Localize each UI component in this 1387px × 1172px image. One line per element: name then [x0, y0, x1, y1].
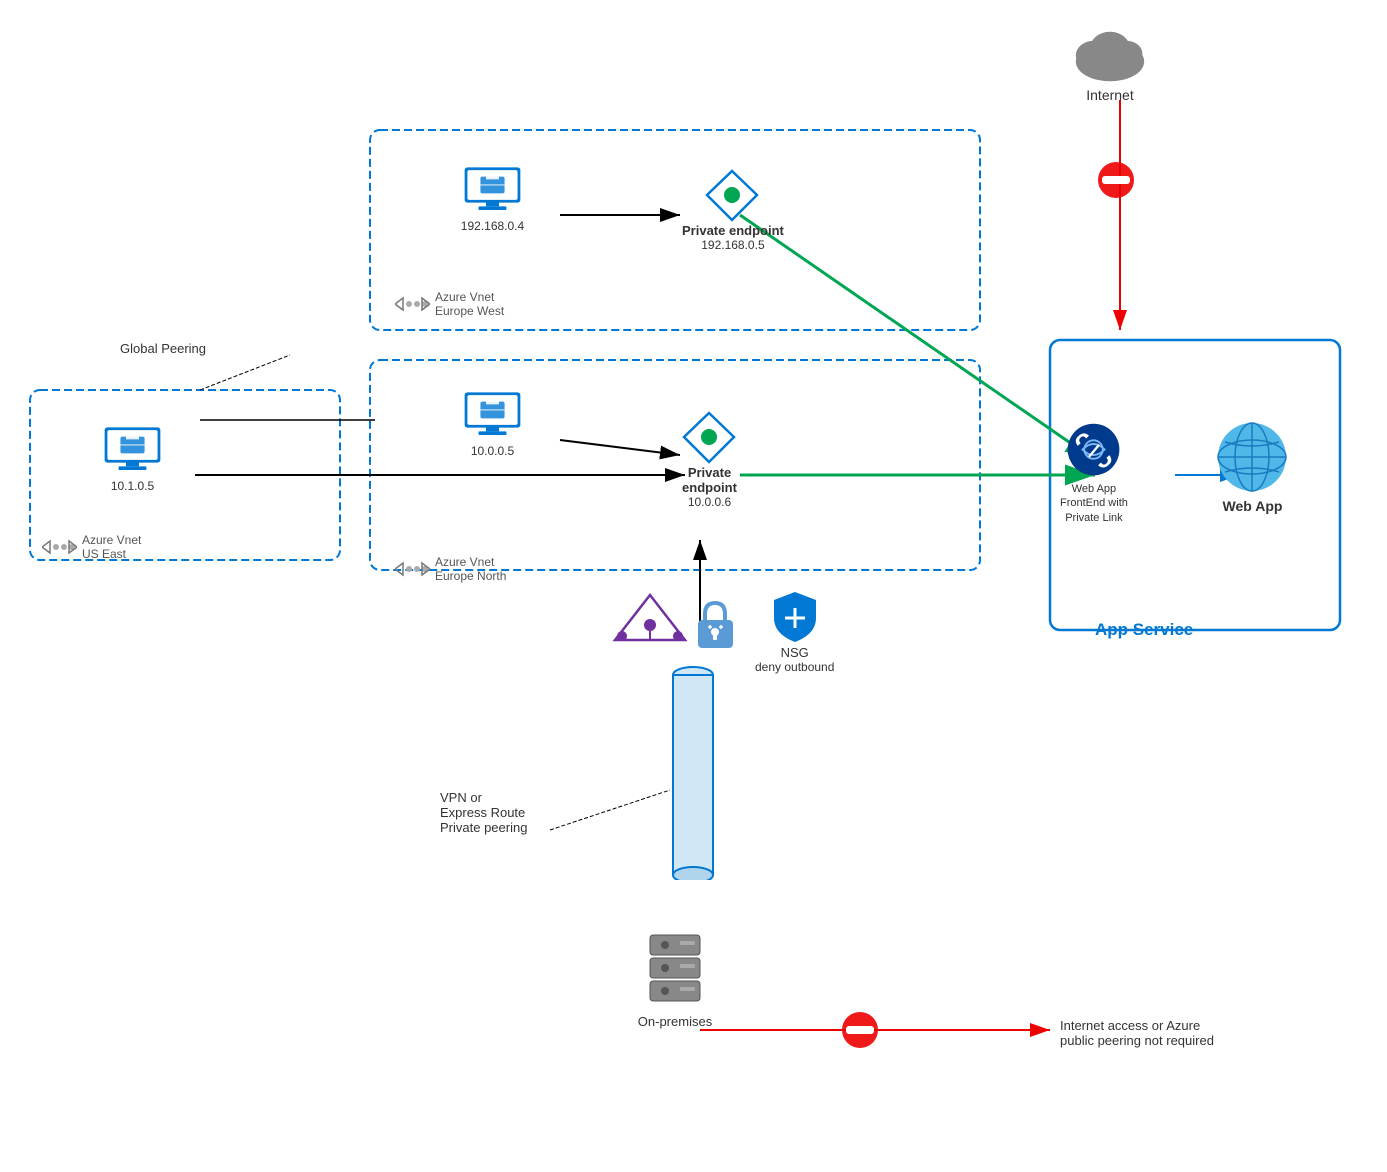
vnet-europe-north-label: Azure Vnet Europe North — [395, 555, 506, 583]
vpn-label-line1: VPN or — [440, 790, 527, 805]
vm-us-east-main: 10.1.0.5 — [100, 425, 165, 493]
on-premises-server: On-premises — [630, 930, 720, 1029]
vnet-europe-west-line2: Europe West — [435, 304, 504, 318]
vm-europe-west: 192.168.0.4 — [460, 165, 525, 233]
vm-europe-west-ip: 192.168.0.4 — [461, 219, 524, 233]
on-premises-label: On-premises — [638, 1014, 712, 1029]
private-endpoint-europe-west: Private endpoint 192.168.0.5 — [682, 168, 784, 252]
pe-us-east-label-line1: Private — [688, 465, 731, 480]
vnet-europe-west-line1: Azure Vnet — [435, 290, 504, 304]
web-app-label: Web App — [1223, 498, 1283, 514]
vpn-label-line2: Express Route — [440, 805, 527, 820]
pe-europe-west-ip: 192.168.0.5 — [701, 238, 764, 252]
global-peering-label: Global Peering — [120, 340, 206, 358]
vm-us-east-inner: 10.0.0.5 — [460, 390, 525, 458]
vnet-us-east-line1: Azure Vnet — [82, 533, 141, 547]
nsg-sublabel: deny outbound — [755, 660, 834, 674]
private-endpoint-us-east: Private endpoint 10.0.0.6 — [682, 410, 737, 509]
internet-access-label: Internet access or Azure public peering … — [1060, 1018, 1214, 1048]
pe-us-east-label-line2: endpoint — [682, 480, 737, 495]
vpn-gateway-icon — [610, 590, 690, 650]
vpn-label: VPN or Express Route Private peering — [440, 790, 527, 835]
vnet-europe-north-line2: Europe North — [435, 569, 506, 583]
vpn-label-line3: Private peering — [440, 820, 527, 835]
app-service-label: App Service — [1095, 620, 1193, 640]
nsg-shield: NSG deny outbound — [755, 590, 834, 674]
web-app-frontend-line2: FrontEnd with — [1060, 496, 1128, 510]
pe-europe-west-label1: Private endpoint — [682, 223, 784, 238]
internet-access-line1: Internet access or Azure — [1060, 1018, 1214, 1033]
no-entry-internet — [1096, 160, 1136, 205]
vnet-europe-north-line1: Azure Vnet — [435, 555, 506, 569]
lock-icon — [693, 598, 738, 658]
internet-label: Internet — [1086, 87, 1133, 103]
no-entry-onpremises — [840, 1010, 880, 1055]
vnet-us-east-label: Azure Vnet US East — [42, 533, 141, 561]
vm-us-east-main-ip: 10.1.0.5 — [111, 479, 154, 493]
web-app-frontend-icon: Web App FrontEnd with Private Link — [1060, 420, 1128, 525]
pe-us-east-ip: 10.0.0.6 — [688, 495, 731, 509]
web-app-frontend-line3: Private Link — [1060, 511, 1128, 525]
internet-access-line2: public peering not required — [1060, 1033, 1214, 1048]
vm-us-east-inner-ip: 10.0.0.5 — [471, 444, 514, 458]
nsg-label: NSG — [781, 645, 809, 660]
web-app-icon: Web App — [1215, 420, 1290, 514]
vpn-pipe — [668, 660, 718, 885]
internet-cloud: Internet — [1065, 20, 1155, 103]
diagram-container: Internet 192.168.0.4 Private endpoint 1 — [0, 0, 1387, 1172]
vnet-europe-west-label: Azure Vnet Europe West — [395, 290, 504, 318]
web-app-frontend-line1: Web App — [1060, 482, 1128, 496]
vnet-us-east-line2: US East — [82, 547, 141, 561]
